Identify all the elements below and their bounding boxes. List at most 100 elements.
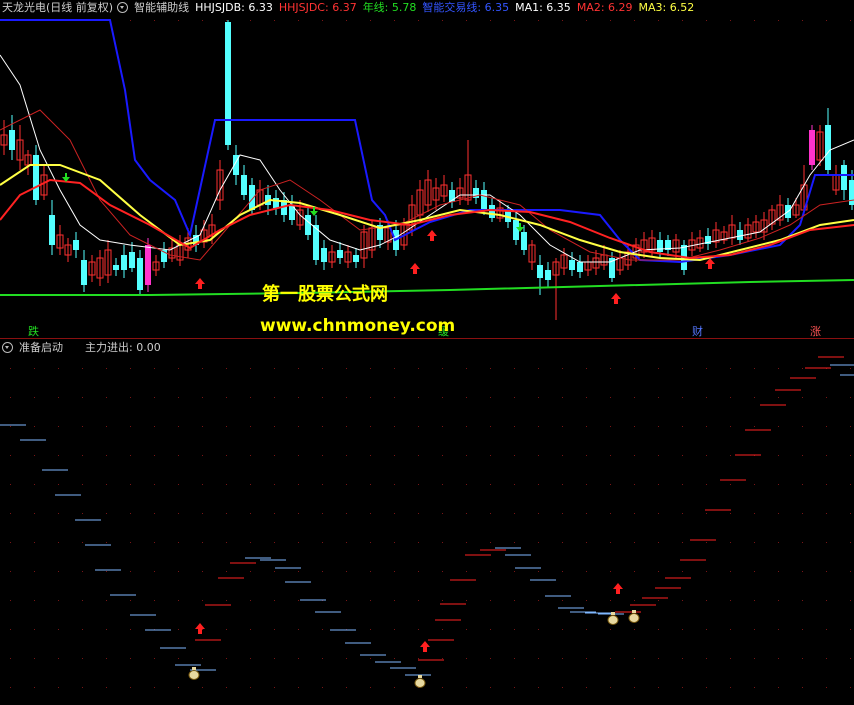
grid-dot: [178, 571, 179, 572]
grid-dot: [562, 658, 563, 659]
grid-dot: [514, 368, 515, 369]
indicator-name[interactable]: 智能辅助线: [134, 1, 189, 14]
grid-dot: [106, 426, 107, 427]
grid-dot: [778, 397, 779, 398]
grid-dot: [850, 397, 851, 398]
grid-dot: [538, 629, 539, 630]
grid-dot: [202, 629, 203, 630]
grid-dot: [442, 542, 443, 543]
candle-body: [825, 125, 831, 170]
grid-dot: [34, 484, 35, 485]
grid-dot: [106, 397, 107, 398]
grid-dot: [538, 484, 539, 485]
grid-dot: [442, 571, 443, 572]
grid-dot: [754, 600, 755, 601]
grid-dot: [202, 484, 203, 485]
money-bag-icon: [607, 615, 619, 625]
grid-dot: [754, 687, 755, 688]
grid-dot: [178, 658, 179, 659]
grid-dot: [586, 542, 587, 543]
grid-dot: [538, 397, 539, 398]
grid-dot: [490, 600, 491, 601]
grid-dot: [418, 629, 419, 630]
grid-dot: [802, 426, 803, 427]
grid-dot: [826, 397, 827, 398]
grid-dot: [658, 20, 659, 21]
grid-dot: [130, 513, 131, 514]
grid-dot: [754, 20, 755, 21]
grid-dot: [346, 658, 347, 659]
grid-dot: [250, 687, 251, 688]
grid-dot: [802, 658, 803, 659]
grid-dot: [394, 687, 395, 688]
panel-divider: [0, 338, 854, 339]
grid-dot: [730, 542, 731, 543]
grid-dot: [370, 397, 371, 398]
grid-dot: [514, 513, 515, 514]
grid-dot: [154, 542, 155, 543]
grid-dot: [202, 368, 203, 369]
grid-dot: [514, 397, 515, 398]
grid-dot: [106, 658, 107, 659]
grid-dot: [10, 571, 11, 572]
grid-dot: [562, 368, 563, 369]
grid-dot: [658, 542, 659, 543]
ma1-value: MA1: 6.35: [515, 1, 571, 14]
grid-dot: [202, 571, 203, 572]
grid-dot: [682, 542, 683, 543]
grid-dot: [394, 629, 395, 630]
stock-title[interactable]: 天龙光电(日线 前复权): [2, 1, 113, 14]
grid-dot: [466, 542, 467, 543]
grid-dot: [586, 455, 587, 456]
grid-dot: [130, 629, 131, 630]
grid-dot: [730, 687, 731, 688]
grid-dot: [490, 426, 491, 427]
grid-dot: [274, 600, 275, 601]
grid-dot: [778, 484, 779, 485]
grid-dot: [538, 542, 539, 543]
grid-dot: [346, 368, 347, 369]
grid-dot: [490, 658, 491, 659]
grid-dot: [370, 20, 371, 21]
grid-dot: [322, 542, 323, 543]
grid-dot: [610, 368, 611, 369]
grid-dot: [58, 397, 59, 398]
grid-dot: [562, 455, 563, 456]
grid-dot: [82, 513, 83, 514]
grid-dot: [346, 484, 347, 485]
grid-dot: [754, 629, 755, 630]
grid-dot: [346, 600, 347, 601]
grid-dot: [82, 368, 83, 369]
grid-dot: [370, 542, 371, 543]
grid-dot: [754, 426, 755, 427]
grid-dot: [370, 687, 371, 688]
grid-dot: [10, 542, 11, 543]
grid-dot: [466, 513, 467, 514]
buy-arrow-icon: [613, 583, 623, 594]
grid-dot: [178, 20, 179, 21]
grid-dot: [394, 658, 395, 659]
grid-dot: [322, 426, 323, 427]
grid-dot: [754, 484, 755, 485]
grid-dot: [826, 455, 827, 456]
grid-dot: [58, 571, 59, 572]
grid-dot: [802, 484, 803, 485]
grid-dot: [274, 542, 275, 543]
grid-dot: [586, 397, 587, 398]
grid-dot: [730, 426, 731, 427]
grid-dot: [178, 397, 179, 398]
grid-dot: [370, 600, 371, 601]
sub-indicator-dropdown-icon[interactable]: [2, 341, 13, 353]
grid-dot: [34, 629, 35, 630]
grid-dot: [802, 368, 803, 369]
sub-indicator-name[interactable]: 准备启动: [19, 341, 63, 354]
grid-dot: [562, 513, 563, 514]
grid-dot: [778, 629, 779, 630]
grid-dot: [274, 426, 275, 427]
grid-dot: [586, 368, 587, 369]
annual-line-value: 年线: 5.78: [362, 1, 417, 14]
grid-dot: [154, 484, 155, 485]
indicator-dropdown-icon[interactable]: [117, 1, 129, 13]
grid-dot: [514, 658, 515, 659]
grid-dot: [490, 397, 491, 398]
